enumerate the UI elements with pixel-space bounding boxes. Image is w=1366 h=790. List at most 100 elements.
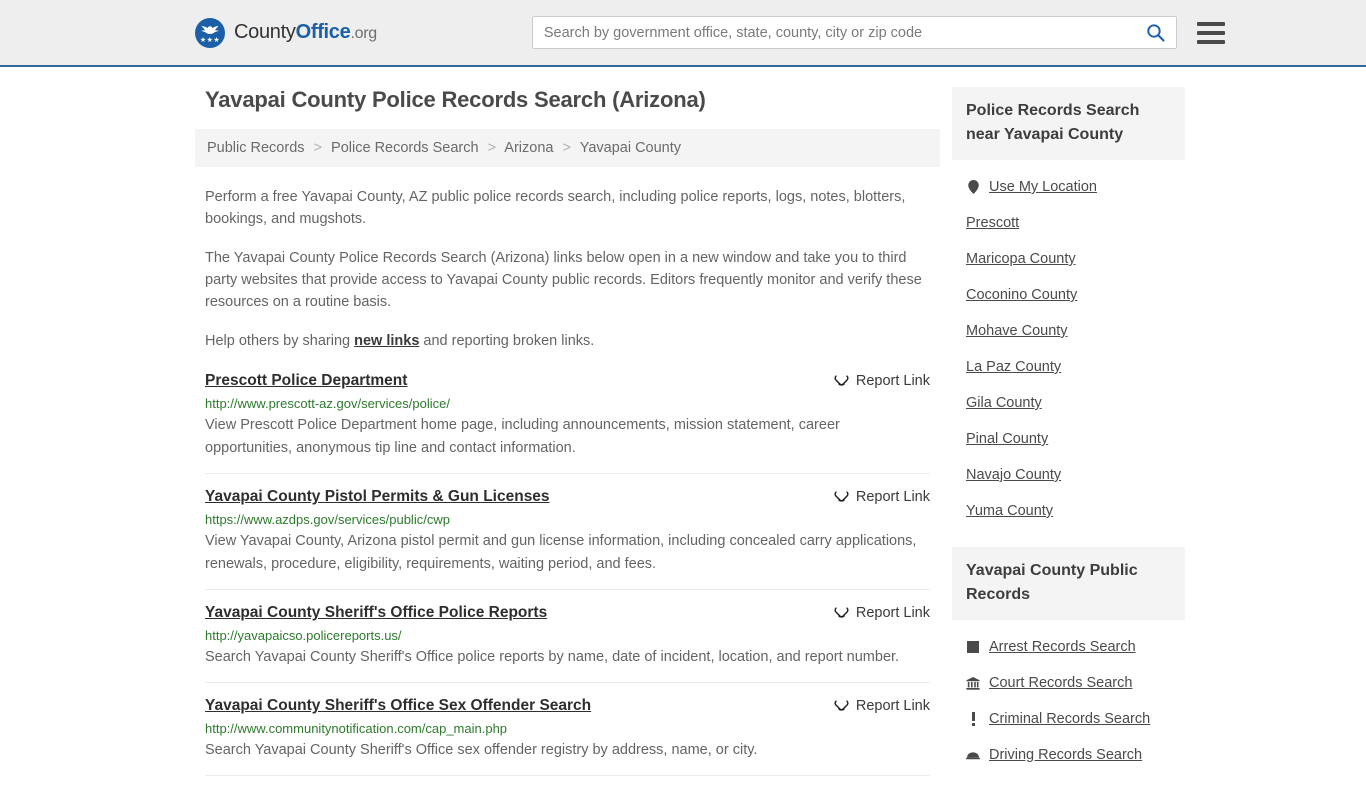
site-logo[interactable]: ★★★ CountyOffice.org: [195, 17, 377, 48]
sidebar-link-label[interactable]: Criminal Records Search: [989, 711, 1150, 727]
result-description: View Prescott Police Department home pag…: [205, 417, 840, 456]
sidebar-link-label[interactable]: La Paz County: [966, 359, 1061, 375]
result-description: View Yavapai County, Arizona pistol perm…: [205, 533, 917, 572]
sidebar-item-prescott[interactable]: Prescott: [952, 205, 1185, 241]
sidebar-nearby-list: Use My Location Prescott Maricopa County…: [952, 160, 1185, 529]
result-description: Search Yavapai County Sheriff's Office s…: [205, 742, 758, 758]
result-title-link[interactable]: Yavapai County Pistol Permits & Gun Lice…: [205, 488, 550, 506]
sidebar-link-label[interactable]: Use My Location: [989, 179, 1097, 195]
sidebar-link-label[interactable]: Arrest Records Search: [989, 639, 1136, 655]
sidebar-link-label[interactable]: Driving Records Search: [989, 747, 1142, 763]
search-button[interactable]: [1135, 17, 1176, 48]
result-item: Prescott Police Department Report Link h…: [205, 372, 930, 474]
intro-section: Perform a free Yavapai County, AZ public…: [195, 186, 940, 352]
broken-chain-icon: [834, 699, 849, 711]
result-item: Yavapai County Pistol Permits & Gun Lice…: [205, 488, 930, 590]
report-link-label: Report Link: [855, 605, 930, 621]
report-link-label: Report Link: [855, 373, 930, 389]
search-container: [531, 16, 1177, 49]
result-description: Search Yavapai County Sheriff's Office p…: [205, 649, 900, 665]
breadcrumb-item-yavapai-county[interactable]: Yavapai County: [580, 140, 681, 156]
brand-county: County: [234, 21, 296, 43]
sidebar-item-yuma-county[interactable]: Yuma County: [952, 493, 1185, 529]
report-link-label: Report Link: [855, 698, 930, 714]
hamburger-menu-icon[interactable]: [1196, 21, 1225, 44]
breadcrumb-item-police-records-search[interactable]: Police Records Search: [331, 140, 479, 156]
sidebar-link-label[interactable]: Coconino County: [966, 287, 1077, 303]
hamburger-bar: [1196, 30, 1225, 35]
new-links-link[interactable]: new links: [354, 333, 419, 349]
result-title-link[interactable]: Prescott Police Department: [205, 372, 407, 390]
main-content: Yavapai County Police Records Search (Ar…: [195, 87, 940, 790]
result-title-link[interactable]: Yavapai County Sheriff's Office Police R…: [205, 604, 547, 622]
intro-paragraph-1: Perform a free Yavapai County, AZ public…: [205, 189, 906, 227]
result-url[interactable]: http://www.prescott-az.gov/services/poli…: [205, 396, 930, 411]
search-input[interactable]: [531, 16, 1177, 49]
exclamation-icon: [966, 712, 980, 726]
sidebar-nearby-section: Police Records Search near Yavapai Count…: [952, 87, 1185, 529]
intro-paragraph-3: Help others by sharing new links and rep…: [205, 330, 930, 352]
sidebar-item-navajo-county[interactable]: Navajo County: [952, 457, 1185, 493]
stars-glyph: ★★★: [199, 36, 221, 44]
breadcrumb-separator: >: [487, 140, 497, 156]
sidebar-link-label[interactable]: Gila County: [966, 395, 1042, 411]
result-header: Yavapai County Sheriff's Office Sex Offe…: [205, 697, 930, 715]
result-url[interactable]: http://www.communitynotification.com/cap…: [205, 721, 930, 736]
sidebar-item-gila-county[interactable]: Gila County: [952, 385, 1185, 421]
sidebar-link-label[interactable]: Mohave County: [966, 323, 1068, 339]
sidebar-link-label[interactable]: Pinal County: [966, 431, 1048, 447]
sidebar-link-label[interactable]: Navajo County: [966, 467, 1061, 483]
broken-chain-icon: [834, 606, 849, 618]
sidebar-item-maricopa-county[interactable]: Maricopa County: [952, 241, 1185, 277]
brand-wordmark: CountyOffice.org: [234, 21, 377, 44]
sidebar-link-label[interactable]: Maricopa County: [966, 251, 1076, 267]
sidebar-item-use-my-location[interactable]: Use My Location: [952, 160, 1185, 205]
car-icon: [966, 751, 980, 760]
sidebar-link-label[interactable]: Court Records Search: [989, 675, 1132, 691]
report-link-button[interactable]: Report Link: [834, 489, 930, 505]
sidebar-public-records-list: Arrest Records Search Court Records Sear…: [952, 620, 1185, 773]
page-body: Yavapai County Police Records Search (Ar…: [0, 67, 1366, 790]
hamburger-bar: [1196, 21, 1225, 26]
breadcrumb: Public Records > Police Records Search >…: [195, 129, 940, 167]
sidebar-item-arrest-records-search[interactable]: Arrest Records Search: [952, 620, 1185, 665]
sidebar-link-label[interactable]: Yuma County: [966, 503, 1053, 519]
result-title-link[interactable]: Yavapai County Sheriff's Office Sex Offe…: [205, 697, 591, 715]
breadcrumb-item-public-records[interactable]: Public Records: [207, 140, 305, 156]
intro-p3-after: and reporting broken links.: [419, 333, 595, 349]
sidebar-nearby-heading: Police Records Search near Yavapai Count…: [952, 87, 1185, 160]
broken-chain-icon: [834, 490, 849, 502]
brand-office: Office: [295, 21, 351, 43]
intro-paragraph-2: The Yavapai County Police Records Search…: [205, 250, 922, 310]
sidebar-item-coconino-county[interactable]: Coconino County: [952, 277, 1185, 313]
result-url[interactable]: https://www.azdps.gov/services/public/cw…: [205, 512, 930, 527]
result-item: Yavapai County Sheriff's Office Sex Offe…: [205, 697, 930, 776]
eagle-seal-icon: ★★★: [195, 17, 225, 48]
map-pin-icon: [966, 180, 980, 194]
hamburger-bar: [1196, 39, 1225, 44]
results-list: Prescott Police Department Report Link h…: [195, 372, 940, 776]
report-link-button[interactable]: Report Link: [834, 698, 930, 714]
result-header: Yavapai County Pistol Permits & Gun Lice…: [205, 488, 930, 506]
report-link-button[interactable]: Report Link: [834, 373, 930, 389]
breadcrumb-item-arizona[interactable]: Arizona: [504, 140, 553, 156]
result-header: Prescott Police Department Report Link: [205, 372, 930, 390]
sidebar-link-label[interactable]: Prescott: [966, 215, 1019, 231]
result-url[interactable]: http://yavapaicso.policereports.us/: [205, 628, 930, 643]
sidebar-item-la-paz-county[interactable]: La Paz County: [952, 349, 1185, 385]
building-square-icon: [966, 641, 980, 653]
sidebar-item-mohave-county[interactable]: Mohave County: [952, 313, 1185, 349]
report-link-button[interactable]: Report Link: [834, 605, 930, 621]
breadcrumb-separator: >: [562, 140, 571, 156]
report-link-label: Report Link: [855, 489, 930, 505]
sidebar-item-criminal-records-search[interactable]: Criminal Records Search: [952, 701, 1185, 737]
intro-p3-before: Help others by sharing: [205, 333, 355, 349]
sidebar-public-records-heading: Yavapai County Public Records: [952, 547, 1185, 620]
page-title: Yavapai County Police Records Search (Ar…: [205, 87, 706, 112]
broken-chain-icon: [834, 374, 849, 386]
sidebar: Police Records Search near Yavapai Count…: [952, 87, 1185, 790]
magnifier-icon: [1147, 24, 1165, 42]
sidebar-item-court-records-search[interactable]: Court Records Search: [952, 665, 1185, 701]
breadcrumb-separator: >: [313, 140, 323, 156]
sidebar-item-pinal-county[interactable]: Pinal County: [952, 421, 1185, 457]
